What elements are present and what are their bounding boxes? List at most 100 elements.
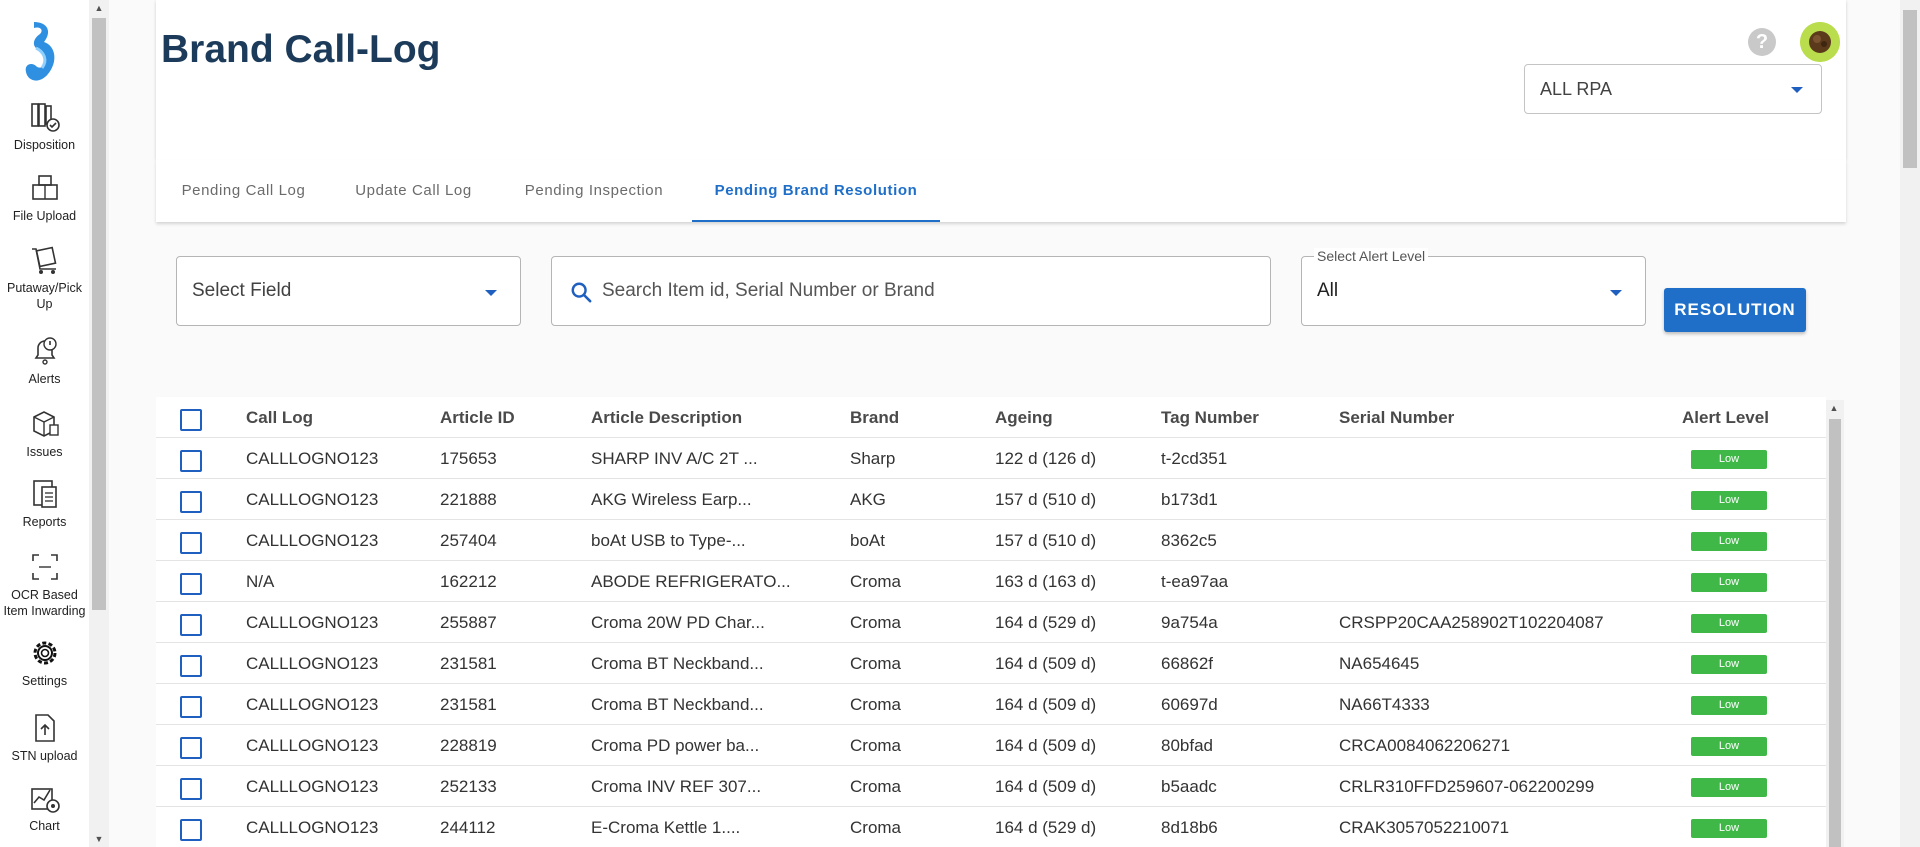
- sidebar-item-alerts[interactable]: Alerts: [0, 334, 89, 387]
- row-checkbox[interactable]: [180, 819, 202, 841]
- sidebar-item-label: STN upload: [11, 749, 78, 763]
- avatar[interactable]: [1800, 22, 1840, 62]
- table-cell: 164 d (529 d): [995, 613, 1097, 632]
- row-checkbox[interactable]: [180, 450, 202, 472]
- issues-icon: [0, 407, 89, 441]
- sidebar-item-file-upload[interactable]: File Upload: [0, 171, 89, 224]
- table-scroll-thumb[interactable]: [1829, 419, 1841, 847]
- search-placeholder: Search Item id, Serial Number or Brand: [602, 280, 935, 301]
- table-row[interactable]: CALLLOGNO123 175653 SHARP INV A/C 2T ... Sh…: [156, 438, 1826, 479]
- page-scrollbar[interactable]: [1900, 0, 1920, 847]
- chevron-down-icon: [485, 290, 497, 296]
- row-checkbox[interactable]: [180, 655, 202, 677]
- table-cell: 80bfad: [1161, 736, 1213, 755]
- alert-level-select[interactable]: Select Alert Level All: [1301, 248, 1646, 326]
- tab-pending-inspection[interactable]: Pending Inspection: [496, 160, 692, 222]
- tab-pending-call-log[interactable]: Pending Call Log: [156, 160, 331, 222]
- sidebar-item-stn-upload[interactable]: STN upload: [0, 711, 89, 764]
- row-checkbox[interactable]: [180, 696, 202, 718]
- table-cell: CALLLOGNO123: [246, 818, 379, 837]
- page-scroll-thumb[interactable]: [1903, 10, 1917, 168]
- table-row[interactable]: CALLLOGNO123 231581 Croma BT Neckband... Cr…: [156, 684, 1826, 725]
- table-cell: 252133: [440, 777, 497, 796]
- select-field-value: Select Field: [192, 280, 292, 301]
- sidebar-item-issues[interactable]: Issues: [0, 407, 89, 460]
- alert-level-value: All: [1317, 280, 1339, 301]
- table-cell: NA66T4333: [1339, 695, 1430, 714]
- table-cell: SHARP INV A/C 2T ...: [591, 449, 758, 468]
- table-cell: boAt: [850, 531, 885, 550]
- page-title: Brand Call-Log: [161, 28, 441, 71]
- tab-bar: Pending Call Log Update Call Log Pending…: [156, 160, 1846, 222]
- data-table: Call Log Article ID Article Description …: [156, 397, 1826, 847]
- sidebar-item-disposition[interactable]: Disposition: [0, 100, 89, 153]
- table-row[interactable]: CALLLOGNO123 244112 E-Croma Kettle 1.... Cr…: [156, 807, 1826, 847]
- stn-upload-icon: [0, 711, 89, 745]
- table-header-row: Call Log Article ID Article Description …: [156, 397, 1826, 438]
- sidebar-item-label: Putaway/Pick Up: [6, 281, 83, 311]
- alert-level-badge: Low: [1691, 614, 1767, 633]
- column-header[interactable]: Serial Number: [1339, 397, 1454, 438]
- table-cell: 221888: [440, 490, 497, 509]
- table-cell: 162212: [440, 572, 497, 591]
- scroll-down-arrow-icon[interactable]: ▼: [89, 831, 109, 847]
- table-cell: AKG: [850, 490, 886, 509]
- row-checkbox[interactable]: [180, 778, 202, 800]
- sidebar-scroll-thumb[interactable]: [92, 18, 106, 610]
- scroll-up-arrow-icon[interactable]: ▲: [1825, 400, 1843, 416]
- sidebar-item-settings[interactable]: Settings: [0, 636, 89, 689]
- table-cell: Croma: [850, 818, 902, 837]
- sidebar-item-reports[interactable]: Reports: [0, 477, 89, 530]
- table-row[interactable]: CALLLOGNO123 252133 Croma INV REF 307... Cr…: [156, 766, 1826, 807]
- table-row[interactable]: CALLLOGNO123 231581 Croma BT Neckband... Cr…: [156, 643, 1826, 684]
- row-checkbox[interactable]: [180, 491, 202, 513]
- table-row[interactable]: CALLLOGNO123 257404 boAt USB to Type-... bo…: [156, 520, 1826, 561]
- table-cell: 8d18b6: [1161, 818, 1218, 837]
- resolution-button[interactable]: RESOLUTION: [1664, 288, 1806, 332]
- table-cell: CALLLOGNO123: [246, 736, 379, 755]
- scroll-up-arrow-icon[interactable]: ▲: [89, 0, 109, 16]
- tab-update-call-log[interactable]: Update Call Log: [331, 160, 496, 222]
- sidebar-item-ocr-based-item-inwarding[interactable]: OCR Based Item Inwarding: [0, 550, 89, 619]
- help-icon[interactable]: ?: [1748, 28, 1776, 56]
- reports-icon: [0, 477, 89, 511]
- column-header[interactable]: Call Log: [246, 397, 313, 438]
- sidebar-item-label: Settings: [21, 674, 68, 688]
- sidebar-item-chart[interactable]: Chart: [0, 781, 89, 834]
- table-cell: Croma: [850, 613, 902, 632]
- table-row[interactable]: CALLLOGNO123 228819 Croma PD power ba... Cr…: [156, 725, 1826, 766]
- table-cell: 231581: [440, 695, 497, 714]
- tab-pending-brand-resolution[interactable]: Pending Brand Resolution: [692, 160, 940, 222]
- table-scrollbar[interactable]: ▲: [1826, 400, 1844, 847]
- select-all-checkbox[interactable]: [180, 409, 202, 431]
- column-header[interactable]: Brand: [850, 397, 899, 438]
- select-field-dropdown[interactable]: Select Field: [176, 256, 521, 326]
- rpa-select[interactable]: ALL RPA: [1524, 64, 1822, 114]
- ocr-icon: [0, 550, 89, 584]
- column-header[interactable]: Article Description: [591, 397, 742, 438]
- sidebar-item-label: Issues: [26, 445, 63, 459]
- column-header[interactable]: Article ID: [440, 397, 515, 438]
- alert-level-badge: Low: [1691, 737, 1767, 756]
- sidebar-scrollbar[interactable]: ▲ ▼: [89, 0, 109, 847]
- column-header[interactable]: Tag Number: [1161, 397, 1259, 438]
- column-header[interactable]: Alert Level: [1682, 397, 1769, 438]
- table-cell: b5aadc: [1161, 777, 1217, 796]
- sidebar-item-putaway-pick-up[interactable]: Putaway/Pick Up: [0, 243, 89, 312]
- app-logo-icon[interactable]: [22, 18, 62, 86]
- row-checkbox[interactable]: [180, 573, 202, 595]
- row-checkbox[interactable]: [180, 737, 202, 759]
- table-cell: AKG Wireless Earp...: [591, 490, 752, 509]
- table-cell: Croma INV REF 307...: [591, 777, 762, 796]
- table-cell: CALLLOGNO123: [246, 449, 379, 468]
- table-row[interactable]: N/A 162212 ABODE REFRIGERATO... Croma 163 d …: [156, 561, 1826, 602]
- column-header[interactable]: Ageing: [995, 397, 1053, 438]
- search-input[interactable]: Search Item id, Serial Number or Brand: [551, 256, 1271, 326]
- table-row[interactable]: CALLLOGNO123 221888 AKG Wireless Earp... AK…: [156, 479, 1826, 520]
- row-checkbox[interactable]: [180, 532, 202, 554]
- table-row[interactable]: CALLLOGNO123 255887 Croma 20W PD Char... Cr…: [156, 602, 1826, 643]
- sidebar-item-label: File Upload: [12, 209, 77, 223]
- row-checkbox[interactable]: [180, 614, 202, 636]
- sidebar-item-label: Alerts: [28, 372, 61, 386]
- table-cell: 164 d (509 d): [995, 777, 1097, 796]
